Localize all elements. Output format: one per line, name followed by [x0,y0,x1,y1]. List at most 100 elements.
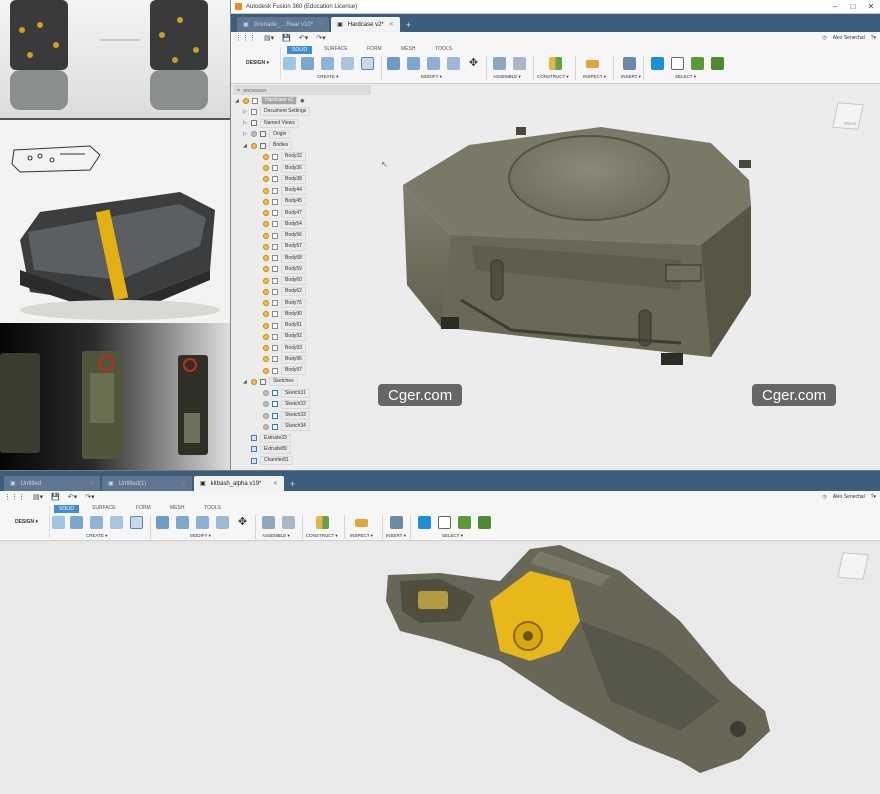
select-icon[interactable] [418,516,431,529]
save-icon[interactable]: 💾 [282,34,291,42]
browser-item[interactable]: ◢ Sketches [233,376,371,387]
browser-item[interactable]: Sketch31 [233,388,371,399]
visibility-bulb-icon[interactable] [251,131,257,138]
visibility-bulb-icon[interactable] [263,187,269,194]
create-menu[interactable]: CREATE ▾ [317,74,338,80]
undo-icon[interactable]: ↶▾ [68,493,77,501]
browser-item[interactable]: Body93 [233,343,371,354]
tab-solid[interactable]: SOLID [287,46,313,54]
browser-item[interactable]: Body91 [233,320,371,331]
maximize-button[interactable]: □ [844,2,862,11]
visibility-bulb-icon[interactable] [263,412,269,419]
modify-menu[interactable]: MODIFY ▾ [190,533,211,539]
tab-mesh[interactable]: MESH [170,505,184,511]
fillet-icon[interactable] [407,57,420,70]
browser-item[interactable]: Sketch32 [233,399,371,410]
browser-item[interactable]: Body45 [233,196,371,207]
redo-icon[interactable]: ↷▾ [85,493,94,501]
tab-untitled-1[interactable]: ▣ Untitled(1) ✕ [102,476,192,491]
new-component-icon[interactable] [493,57,506,70]
browser-item[interactable]: ▷ Named Views [233,118,371,129]
browser-item[interactable]: Body32 [233,151,371,162]
close-tab-icon[interactable]: ✕ [389,21,394,28]
browser-header[interactable]: ◂ BROWSER [233,85,371,95]
visibility-bulb-icon[interactable] [263,243,269,250]
browser-item[interactable]: Extrude33 [233,433,371,444]
job-status-icon[interactable]: ◷ [822,494,826,500]
tab-document-active[interactable]: ▣ Hardcase v2* ✕ [331,17,400,32]
hole-icon[interactable] [110,516,123,529]
construct-menu[interactable]: CONSTRUCT ▾ [537,74,569,80]
hole-icon[interactable] [341,57,354,70]
file-menu-icon[interactable]: ▤▾ [33,493,43,501]
move-icon[interactable]: ✥ [467,57,480,70]
caret-icon[interactable]: ▷ [243,109,249,115]
select-priority-icon[interactable] [711,57,724,70]
browser-item[interactable]: Body47 [233,208,371,219]
caret-icon[interactable]: ◢ [243,143,249,149]
close-window-button[interactable]: ✕ [862,2,880,11]
tab-tools[interactable]: TOOLS [204,505,221,511]
measure-icon[interactable] [586,60,599,68]
visibility-bulb-icon[interactable] [263,221,269,228]
construct-menu[interactable]: CONSTRUCT ▾ [306,533,338,539]
browser-item[interactable]: Body44 [233,185,371,196]
redo-icon[interactable]: ↷▾ [316,34,325,42]
new-sketch-icon[interactable] [283,57,296,70]
window-select-icon[interactable] [671,57,684,70]
close-tab-icon[interactable]: ✕ [181,480,186,487]
browser-item[interactable]: Body75 [233,298,371,309]
new-tab-button[interactable]: + [286,476,299,491]
new-component-icon[interactable] [262,516,275,529]
user-name[interactable]: Alex Senechal [833,35,865,41]
close-tab-icon[interactable]: ✕ [318,21,323,28]
browser-item[interactable]: Body60 [233,275,371,286]
browser-root[interactable]: ◢ Hardcase v2 ◉ [233,95,371,106]
browser-item[interactable]: ▷ Origin [233,129,371,140]
offset-plane-icon[interactable] [549,57,562,70]
tab-surface[interactable]: SURFACE [92,505,116,511]
tab-untitled[interactable]: ▣ Untitled ✕ [4,476,100,491]
minimize-button[interactable]: – [826,2,844,11]
visibility-bulb-icon[interactable] [263,423,269,430]
visibility-bulb-icon[interactable] [263,356,269,363]
insert-menu[interactable]: INSERT ▾ [621,74,641,80]
shell-icon[interactable] [216,516,229,529]
workspace-switcher[interactable]: DESIGN ▾ [235,47,281,79]
pattern-icon[interactable] [361,57,374,70]
chamfer-icon[interactable] [427,57,440,70]
visibility-bulb-icon[interactable] [263,367,269,374]
workspace-switcher[interactable]: DESIGN ▾ [4,506,50,538]
data-panel-grid-icon[interactable]: ⋮⋮⋮ [235,34,256,42]
visibility-bulb-icon[interactable] [263,266,269,273]
new-sketch-icon[interactable] [52,516,65,529]
press-pull-icon[interactable] [387,57,400,70]
caret-icon[interactable]: ▷ [243,120,249,126]
fillet-icon[interactable] [176,516,189,529]
select-priority-icon[interactable] [478,516,491,529]
tab-surface[interactable]: SURFACE [324,46,348,52]
caret-icon[interactable]: ◢ [243,379,249,385]
browser-item[interactable]: Sketch33 [233,410,371,421]
visibility-bulb-icon[interactable] [263,176,269,183]
modify-menu[interactable]: MODIFY ▾ [421,74,442,80]
kitbash-model[interactable] [380,541,800,791]
tab-mesh[interactable]: MESH [401,46,415,52]
insert-menu[interactable]: INSERT ▾ [386,533,406,539]
help-icon[interactable]: ?▾ [871,494,876,500]
offset-plane-icon[interactable] [316,516,329,529]
browser-item[interactable]: Body59 [233,264,371,275]
tab-tools[interactable]: TOOLS [435,46,452,52]
caret-icon[interactable]: ◢ [235,98,241,104]
select-menu[interactable]: SELECT ▾ [675,74,696,80]
visibility-bulb-icon[interactable] [251,378,257,385]
visibility-bulb-icon[interactable] [263,288,269,295]
assemble-menu[interactable]: ASSEMBLE ▾ [262,533,290,539]
browser-item[interactable]: Body62 [233,286,371,297]
visibility-bulb-icon[interactable] [263,165,269,172]
visibility-bulb-icon[interactable] [263,153,269,160]
select-menu[interactable]: SELECT ▾ [442,533,463,539]
browser-item[interactable]: ▷ Document Settings [233,106,371,117]
tab-form[interactable]: FORM [136,505,151,511]
joint-icon[interactable] [282,516,295,529]
